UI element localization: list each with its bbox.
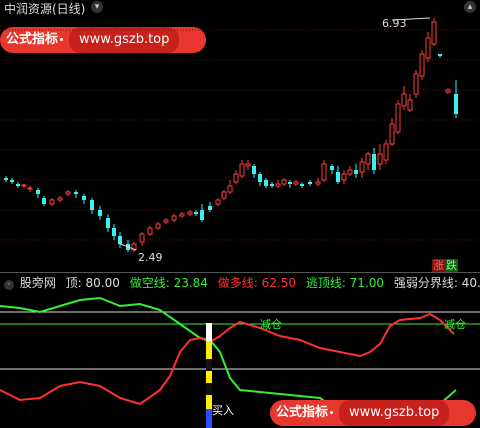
- top-value: 顶: 80.00: [65, 276, 120, 290]
- strength-line-value: 强弱分界线: 40.00: [393, 276, 480, 290]
- candle: [245, 163, 251, 167]
- indicator-header: ◦ 股旁网 顶: 80.00 做空线: 23.84 做多线: 62.50 逃顶线…: [4, 274, 480, 291]
- candle: [200, 210, 204, 220]
- candle: [112, 228, 116, 236]
- price-chart: 6.93 2.49: [0, 17, 480, 264]
- chevron-up-icon[interactable]: ▴: [464, 1, 476, 13]
- candle: [281, 179, 287, 185]
- candle: [407, 99, 413, 111]
- watermark-label-bottom: 公式指标: [276, 405, 329, 420]
- reduce-label-1: 减仓: [260, 317, 282, 331]
- candle: [425, 37, 431, 59]
- candle: [419, 53, 425, 77]
- candle: [4, 178, 8, 180]
- reduce-label-2: 减仓: [444, 317, 466, 331]
- candle: [308, 182, 312, 184]
- candle: [315, 181, 321, 185]
- candle: [365, 153, 371, 165]
- candle: [383, 143, 389, 161]
- high-price-label: 6.93: [382, 17, 407, 30]
- candle: [239, 163, 245, 177]
- candle: [208, 206, 212, 210]
- candle: [98, 210, 102, 216]
- short-line-curve: [0, 296, 457, 414]
- candle: [389, 123, 395, 145]
- candle: [359, 161, 365, 173]
- candle: [179, 213, 185, 217]
- candle: [82, 196, 86, 200]
- candle: [413, 73, 419, 95]
- candle: [330, 166, 334, 170]
- candle: [264, 180, 268, 186]
- candle: [57, 197, 63, 201]
- candle: [445, 89, 451, 93]
- candle: [163, 219, 169, 223]
- candle: [293, 181, 299, 185]
- candle: [21, 184, 27, 187]
- long-line-value: 做多线: 62.50: [217, 276, 296, 290]
- candle: [187, 211, 193, 215]
- candle: [354, 170, 358, 174]
- candle: [300, 184, 304, 186]
- watermark-dot-bottom: [330, 411, 334, 414]
- price-gridlines: [0, 29, 480, 241]
- candle: [194, 212, 198, 214]
- indicator-settings-icon[interactable]: ◦: [4, 280, 14, 290]
- candle: [36, 190, 40, 194]
- candle: [106, 218, 110, 228]
- candlesticks: [4, 18, 458, 252]
- candle: [27, 187, 33, 190]
- pane-divider: [0, 272, 480, 273]
- candle: [336, 172, 340, 182]
- candle: [372, 154, 376, 170]
- chevron-down-icon[interactable]: ▾: [91, 1, 103, 13]
- candle: [288, 182, 292, 184]
- candle: [341, 173, 347, 181]
- watermark-banner-bottom: 公式指标 www.gszb.top: [270, 400, 476, 426]
- candle: [49, 199, 55, 205]
- watermark-url-bottom: www.gszb.top: [339, 400, 450, 426]
- candle: [233, 173, 239, 183]
- long-line-curve: [0, 312, 455, 406]
- candle: [258, 174, 262, 182]
- candle: [10, 180, 14, 182]
- candle: [16, 184, 20, 186]
- candle: [65, 191, 71, 195]
- die-label: 跌: [445, 259, 458, 272]
- candle: [221, 191, 227, 199]
- candle: [347, 169, 353, 175]
- escape-line-value: 逃顶线: 71.00: [305, 276, 385, 290]
- candle: [171, 215, 177, 221]
- candle: [227, 185, 233, 193]
- candle: [147, 227, 153, 235]
- candle: [215, 199, 221, 205]
- candle: [139, 233, 145, 243]
- candle: [42, 198, 46, 204]
- candle: [431, 21, 437, 45]
- candle: [401, 93, 407, 107]
- candle: [252, 166, 256, 174]
- candle: [90, 200, 94, 210]
- candle: [377, 153, 383, 165]
- zhang-die-toggle[interactable]: 涨跌: [432, 257, 458, 273]
- low-price-label: 2.49: [138, 251, 163, 264]
- zhang-label: 涨: [432, 259, 445, 272]
- candle: [74, 192, 78, 194]
- candle: [454, 94, 458, 114]
- candle: [395, 103, 401, 133]
- buy-label: 买入: [212, 404, 234, 417]
- candle: [275, 183, 281, 187]
- candle: [438, 54, 442, 56]
- indicator-name: 股旁网: [19, 276, 56, 290]
- candle: [155, 223, 161, 229]
- candle: [321, 163, 327, 181]
- short-line-value: 做空线: 23.84: [129, 276, 208, 290]
- candle: [270, 184, 274, 186]
